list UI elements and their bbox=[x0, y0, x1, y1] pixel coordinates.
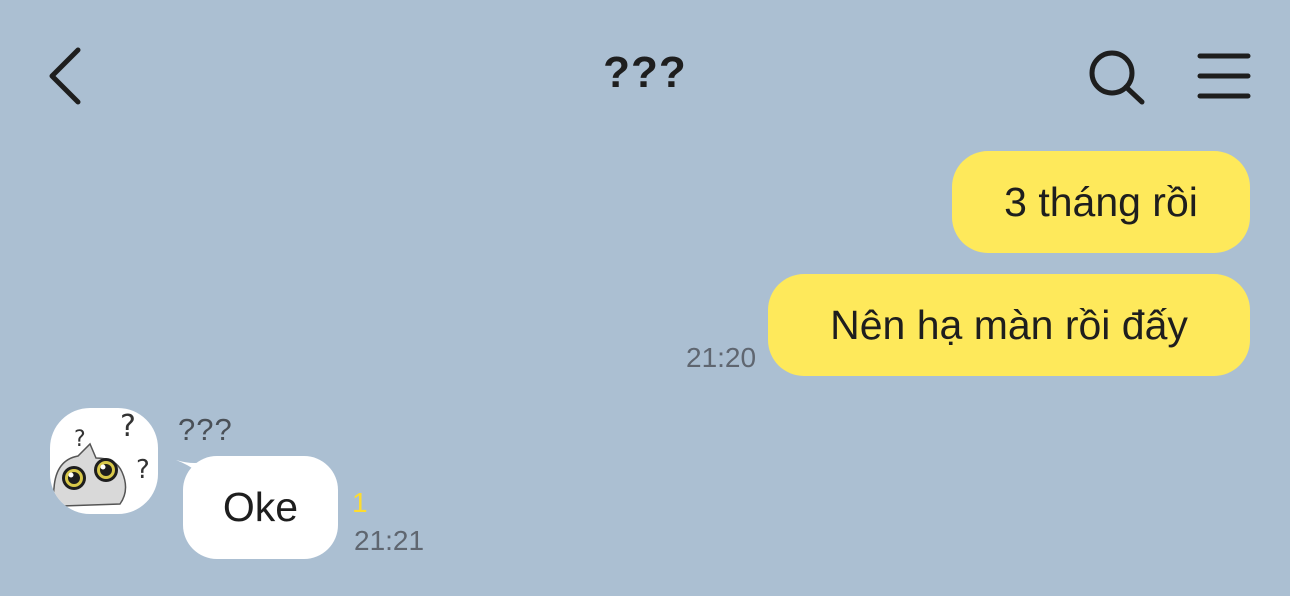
unread-count: 1 bbox=[352, 487, 368, 518]
sender-avatar[interactable]: ? ? ? bbox=[50, 408, 158, 514]
message-timestamp: 21:20 bbox=[686, 342, 757, 373]
message-timestamp: 21:21 bbox=[354, 525, 425, 556]
confused-cat-avatar-icon: ? ? ? bbox=[52, 409, 150, 507]
incoming-message-bubble[interactable]: Oke bbox=[183, 456, 338, 559]
search-icon bbox=[1089, 50, 1145, 105]
hamburger-menu-icon bbox=[1197, 53, 1251, 99]
outgoing-message-bubble[interactable]: 3 tháng rồi bbox=[952, 151, 1250, 253]
outgoing-message-bubble[interactable]: Nên hạ màn rồi đấy bbox=[768, 274, 1250, 376]
sender-name: ??? bbox=[178, 412, 233, 447]
search-button[interactable] bbox=[1086, 48, 1148, 108]
svg-text:?: ? bbox=[74, 427, 86, 452]
svg-text:?: ? bbox=[136, 455, 150, 485]
menu-button[interactable] bbox=[1196, 50, 1252, 104]
chat-screen: ??? 3 tháng rồi Nên hạ màn rồi đấy 21:20… bbox=[0, 0, 1290, 596]
svg-text:?: ? bbox=[120, 409, 136, 444]
